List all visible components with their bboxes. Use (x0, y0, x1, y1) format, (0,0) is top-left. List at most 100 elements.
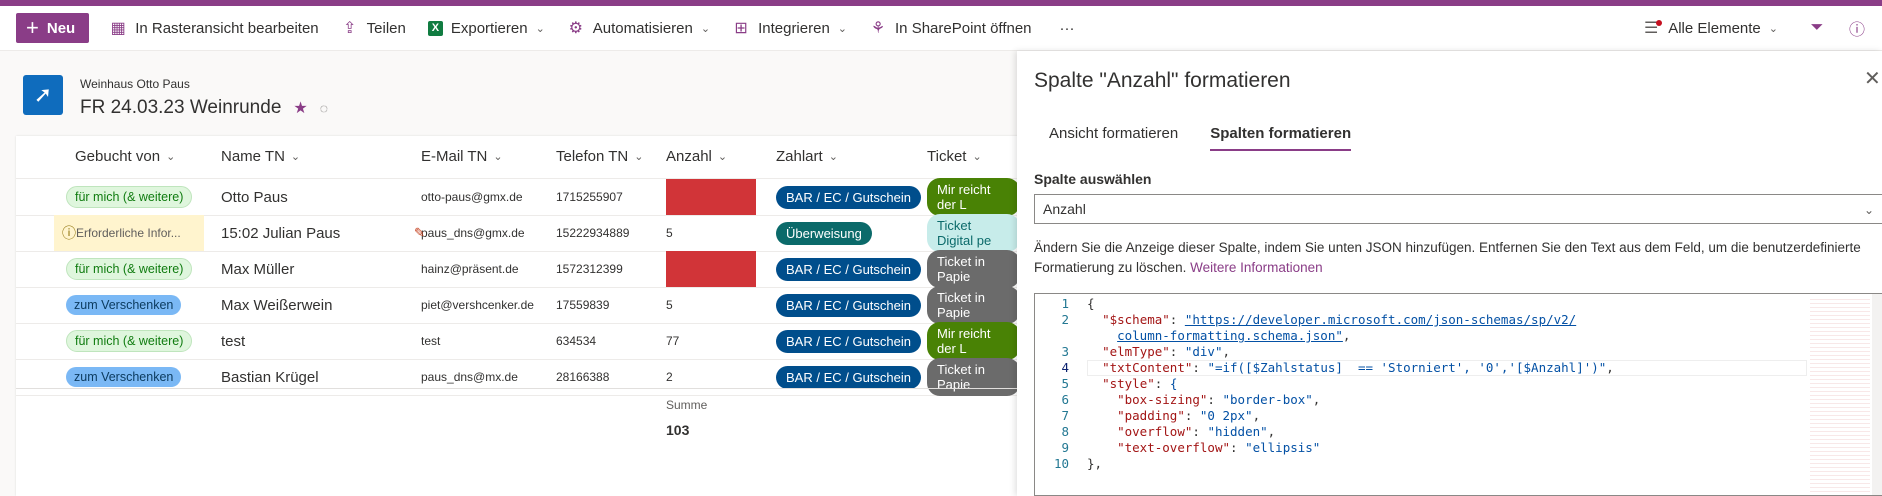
code-token: : (1169, 312, 1185, 327)
zahlart-badge: BAR / EC / Gutschein (776, 329, 921, 353)
select-column-label: Spalte auswählen (1034, 171, 1152, 187)
column-select[interactable]: Anzahl ⌄ (1034, 194, 1882, 224)
code-token: : (1207, 392, 1223, 407)
phone-cell: 634534 (556, 334, 597, 348)
code-token: , (1312, 392, 1321, 407)
panel-tabs: Ansicht formatieren Spalten formatieren (1033, 115, 1367, 151)
zahlart-badge: BAR / EC / Gutschein (776, 365, 921, 389)
required-info-warning[interactable]: ⓘ Erforderliche Infor... (54, 215, 204, 251)
editor-scrollbar[interactable] (1872, 294, 1882, 495)
more-button[interactable]: ··· (1060, 20, 1075, 37)
favorite-star-icon[interactable]: ★ (293, 98, 307, 118)
gebucht-badge: für mich (& weitere) (66, 330, 193, 352)
panel-title: Spalte "Anzahl" formatieren (1034, 69, 1291, 92)
code-token: "https://developer.microsoft.com/json-sc… (1184, 312, 1577, 327)
code-token: { (1087, 296, 1095, 311)
share-button[interactable]: ⇪ Teilen (341, 18, 406, 38)
code-minimap[interactable] (1810, 296, 1870, 495)
table-row[interactable]: zum Verschenken Max Weißerwein piet@vershc… (16, 286, 1020, 324)
chevron-down-icon: ⌄ (717, 151, 728, 163)
edit-indicator-icon[interactable]: ✎ (414, 225, 425, 241)
gebucht-value: Erforderliche Infor... (76, 226, 181, 240)
column-header-row: Gebucht von ⌄ Name TN ⌄ E-Mail TN ⌄ Telefon… (16, 136, 1020, 179)
table-row[interactable]: für mich (& weitere) test test 634534 77 BAR … (16, 322, 1020, 360)
name-cell: Max Müller (221, 260, 295, 278)
integrate-icon: ⊞ (734, 20, 748, 37)
line-number: 6 (1061, 392, 1069, 407)
line-number: 2 (1061, 312, 1069, 327)
new-button[interactable]: + Neu (16, 13, 90, 43)
code-token: "padding" (1117, 408, 1185, 423)
code-token: "overflow" (1117, 424, 1193, 439)
zahlart-badge: BAR / EC / Gutschein (776, 293, 921, 317)
list-footer-divider (16, 388, 1020, 389)
code-token: , (1342, 328, 1351, 343)
export-button[interactable]: X Exportieren ⌄ (427, 20, 545, 37)
code-token: , (1267, 424, 1276, 439)
panel-description: Ändern Sie die Anzeige dieser Spalte, in… (1034, 240, 1861, 275)
column-header-name-tn[interactable]: Name TN ⌄ (221, 148, 300, 165)
code-line: 10}, (1035, 456, 1614, 472)
column-header-telefon-tn[interactable]: Telefon TN ⌄ (556, 148, 643, 165)
automate-button[interactable]: ⚙ Automatisieren ⌄ (567, 18, 710, 38)
column-header-gebucht-von[interactable]: Gebucht von ⌄ (75, 148, 175, 165)
phone-cell: 15222934889 (556, 226, 630, 240)
view-switcher[interactable]: ☰ Alle Elemente ⌄ (1642, 18, 1778, 38)
code-token: "=if([$Zahlstatus] == 'Storniert', '0','… (1207, 360, 1607, 375)
code-token: "$schema" (1102, 312, 1170, 327)
integrate-button[interactable]: ⊞ Integrieren ⌄ (732, 18, 847, 38)
code-token: : (1184, 408, 1200, 423)
command-bar: + Neu ▦ In Rasteransicht bearbeiten ⇪ Teile… (0, 6, 1882, 51)
phone-cell: 1572312399 (556, 262, 623, 276)
code-token: "0 2px" (1199, 408, 1253, 423)
zahlart-badge: Überweisung (776, 221, 872, 245)
open-sharepoint-button[interactable]: ⚘ In SharePoint öffnen (869, 18, 1032, 38)
code-token: , (1606, 360, 1614, 375)
line-number: 7 (1061, 408, 1069, 423)
grid-view-button[interactable]: ▦ In Rasteransicht bearbeiten (109, 18, 319, 38)
code-content: 1{2 "$schema": "https://developer.micros… (1035, 296, 1614, 472)
gebucht-badge: für mich (& weitere) (66, 258, 193, 280)
share-icon: ⇪ (342, 20, 357, 37)
gebucht-badge: zum Verschenken (66, 367, 182, 387)
filter-button[interactable]: ⏷ (1808, 19, 1826, 37)
name-cell: Bastian Krügel (221, 368, 319, 386)
filter-icon: ⏷ (1810, 19, 1824, 36)
chevron-down-icon: ⌄ (700, 22, 711, 35)
table-row[interactable]: zum Verschenken Bastian Krügel paus_dns@mx… (16, 358, 1020, 396)
more-info-link[interactable]: Weitere Informationen (1190, 260, 1323, 275)
sum-label: Summe (666, 398, 708, 412)
line-number: 4 (1061, 360, 1069, 375)
code-line: 3 "elmType": "div", (1035, 344, 1614, 360)
tab-format-view[interactable]: Ansicht formatieren (1033, 115, 1194, 151)
notification-dot (1656, 20, 1663, 26)
table-row[interactable]: für mich (& weitere) Otto Paus otto-paus@g… (16, 178, 1020, 216)
tab-format-column[interactable]: Spalten formatieren (1194, 115, 1367, 151)
json-code-editor[interactable]: 1{2 "$schema": "https://developer.micros… (1034, 293, 1882, 496)
site-name[interactable]: Weinhaus Otto Paus (80, 77, 190, 91)
email-cell: piet@vershcenker.de (421, 298, 534, 312)
column-header-anzahl[interactable]: Anzahl ⌄ (666, 148, 727, 165)
anzahl-cell: 5 (666, 298, 673, 312)
table-row[interactable]: für mich (& weitere) Max Müller hainz@präs… (16, 250, 1020, 288)
code-token: , (1222, 344, 1231, 359)
chevron-down-icon: ⌄ (290, 151, 301, 163)
close-icon[interactable]: ✕ (1864, 66, 1881, 91)
info-button[interactable]: ⓘ (1848, 16, 1866, 40)
column-header-email-tn[interactable]: E-Mail TN ⌄ (421, 148, 503, 165)
chevron-down-icon: ⌄ (828, 151, 838, 163)
column-header-zahlart[interactable]: Zahlart ⌄ (776, 148, 838, 165)
phone-cell: 1715255907 (556, 190, 623, 204)
name-cell: Otto Paus (221, 188, 288, 206)
code-token: "border-box" (1222, 392, 1313, 407)
table-row[interactable]: ⓘ Erforderliche Infor... 15:02 Julian Pau… (16, 214, 1020, 252)
chevron-down-icon: ⌄ (634, 151, 644, 163)
code-token: column-formatting.schema.json" (1117, 328, 1343, 343)
code-line: 2 "$schema": "https://developer.microsof… (1035, 312, 1614, 328)
column-header-ticket[interactable]: Ticket ⌄ (927, 148, 982, 165)
chevron-down-icon: ⌄ (972, 151, 982, 163)
code-token: : (1192, 424, 1208, 439)
status-check-icon[interactable]: ◌ (320, 100, 328, 116)
code-token: "hidden" (1207, 424, 1268, 439)
site-logo-rocket-icon: ➚ (23, 75, 63, 115)
